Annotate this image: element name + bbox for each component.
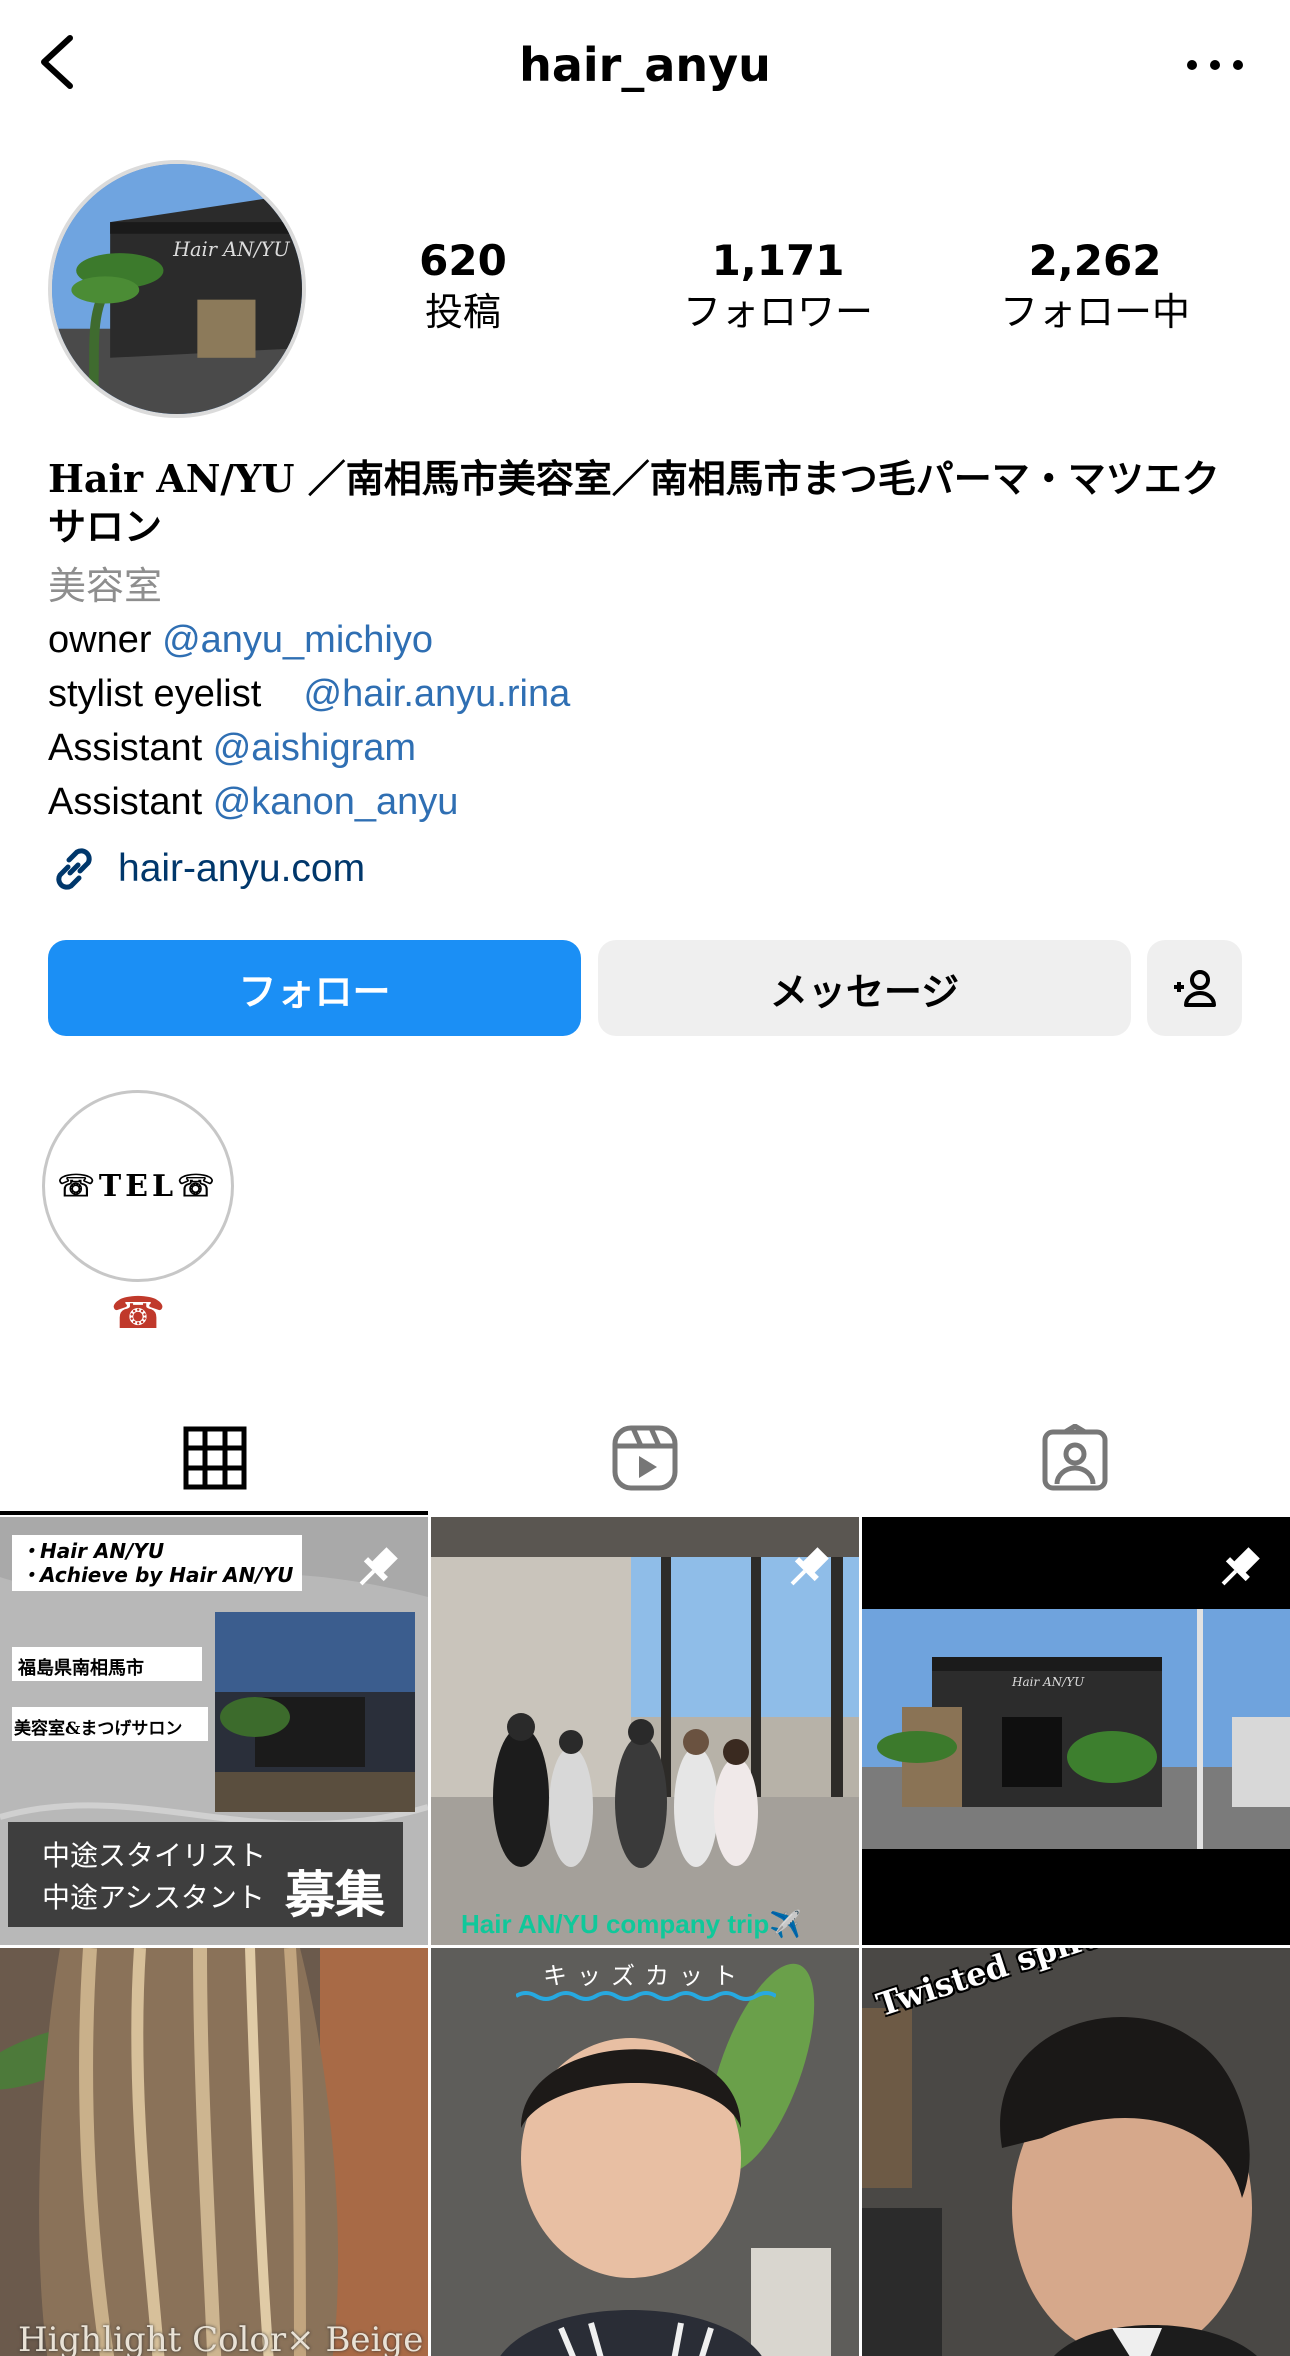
pinned-icon (1221, 1547, 1260, 1586)
mention-link[interactable]: @anyu_michiyo (162, 619, 433, 661)
website-link-row[interactable]: hair-anyu.com (48, 843, 1248, 895)
post-banner-big: 募集 (285, 1865, 385, 1924)
stat-posts[interactable]: 620 投稿 (333, 235, 593, 337)
stat-following-value: 2,262 (1028, 236, 1162, 285)
post-caption: Highlight Color× Beige (18, 2320, 424, 2356)
website-link[interactable]: hair-anyu.com (118, 847, 365, 891)
bio-line-assistant-2: Assistant @kanon_anyu (48, 775, 1248, 829)
bio-line-prefix: owner (48, 619, 163, 661)
overlay-line: ・Achieve by Hair AN/YU (20, 1563, 294, 1587)
profile-name-line2: サロン (48, 504, 163, 549)
bio-line-prefix: stylist eyelist (48, 673, 304, 715)
stat-followers-label: フォロワー (682, 290, 873, 334)
highlight-cover-text: ☏TEL☏ (57, 1168, 219, 1204)
post-tile-twisted-spiral[interactable]: Twisted spiral (862, 1948, 1290, 2356)
mention-link[interactable]: @aishigram (213, 727, 416, 769)
overlay-line: ・Hair AN/YU (20, 1539, 165, 1563)
post-tile-salon-exterior[interactable]: Hair AN/YU (862, 1517, 1290, 1945)
pinned-icon (790, 1547, 829, 1586)
active-tab-indicator (0, 1511, 428, 1515)
profile-name-line1: Hair AN/YU ／南相馬市美容室／南相馬市まつ毛パーマ・マツエク (48, 456, 1220, 501)
post-overlay-lines: ・Hair AN/YU ・Achieve by Hair AN/YU (20, 1539, 293, 1587)
banner-line: 中途スタイリスト (42, 1839, 267, 1872)
svg-text:Hair AN/YU: Hair AN/YU (172, 238, 290, 261)
profile-bio: Hair AN/YU ／南相馬市美容室／南相馬市まつ毛パーマ・マツエク サロン … (48, 455, 1248, 895)
post-tile-kids-cut[interactable]: キッズカット (431, 1948, 859, 2356)
bio-line-stylist: stylist eyelist @hair.anyu.rina (48, 667, 1248, 721)
profile-username: hair_anyu (519, 38, 771, 92)
mention-link[interactable]: @hair.anyu.rina (304, 673, 571, 715)
tab-tagged[interactable] (860, 1400, 1290, 1515)
tab-reels[interactable] (430, 1400, 860, 1515)
wavy-underline (516, 1991, 776, 2001)
stat-followers[interactable]: 1,171 フォロワー (648, 235, 908, 337)
stat-posts-label: 投稿 (424, 290, 501, 334)
banner-line: 中途アシスタント (42, 1881, 265, 1914)
bio-line-assistant-1: Assistant @aishigram (48, 721, 1248, 775)
add-person-icon (1173, 970, 1216, 1007)
post-tag-location: 福島県南相馬市 (18, 1658, 144, 1679)
story-highlight-tel[interactable]: ☏TEL☏ (42, 1090, 234, 1282)
pinned-icon (359, 1547, 398, 1586)
top-bar: hair_anyu (0, 0, 1290, 130)
storefront-sign: Hair AN/YU (1012, 1675, 1085, 1689)
grid-icon (183, 1426, 247, 1489)
post-caption: キッズカット (543, 1962, 747, 1990)
suggested-users-button[interactable] (1147, 940, 1242, 1036)
stat-followers-value: 1,171 (711, 236, 845, 285)
post-tile-trip[interactable]: Hair AN/YU company trip✈️ (431, 1517, 859, 1945)
message-button[interactable]: メッセージ (598, 940, 1131, 1036)
stat-posts-value: 620 (419, 236, 507, 285)
profile-tabs (0, 1400, 1290, 1515)
bio-line-prefix: Assistant (48, 781, 213, 823)
salon-storefront-image: Hair AN/YU (52, 164, 302, 414)
post-image (431, 1948, 859, 2356)
follow-button[interactable]: フォロー (48, 940, 581, 1036)
profile-avatar[interactable]: Hair AN/YU (48, 160, 306, 418)
more-options-icon[interactable] (1180, 40, 1250, 90)
post-caption: Hair AN/YU company trip✈️ (461, 1909, 802, 1939)
post-tile-highlight-color[interactable]: Highlight Color× Beige (0, 1948, 428, 2356)
bio-line-prefix: Assistant (48, 727, 213, 769)
post-tag-salon: 美容室&まつげサロン (14, 1719, 183, 1739)
stat-following[interactable]: 2,262 フォロー中 (965, 235, 1225, 337)
post-banner-lines: 中途スタイリスト 中途アシスタント (42, 1835, 266, 1919)
post-tile-recruiting[interactable]: ・Hair AN/YU ・Achieve by Hair AN/YU 福島県南相… (0, 1517, 428, 1945)
highlight-label: ☎ (110, 1289, 166, 1338)
stat-following-label: フォロー中 (999, 290, 1190, 334)
tagged-person-icon (1042, 1423, 1108, 1490)
post-image (0, 1948, 428, 2356)
tab-posts-grid[interactable] (0, 1400, 430, 1515)
reels-icon (612, 1425, 678, 1490)
link-icon (56, 848, 92, 890)
bio-line-owner: owner @anyu_michiyo (48, 613, 1248, 667)
mention-link[interactable]: @kanon_anyu (213, 781, 459, 823)
profile-category: 美容室 (48, 564, 163, 608)
